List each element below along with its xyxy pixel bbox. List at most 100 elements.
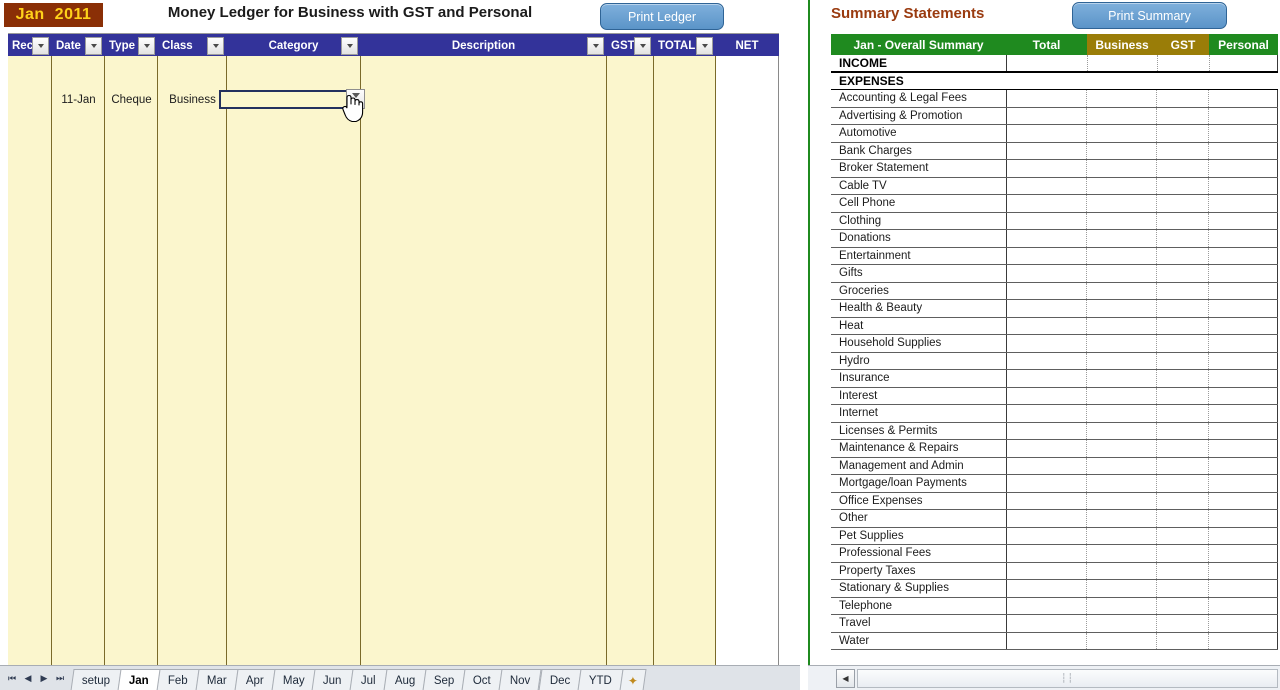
summary-value-total[interactable] — [1006, 527, 1087, 544]
summary-value-per[interactable] — [1209, 597, 1278, 614]
summary-value-bus[interactable] — [1087, 580, 1157, 597]
summary-value-gst[interactable] — [1157, 457, 1209, 474]
summary-value-total[interactable] — [1006, 387, 1087, 404]
summary-value-gst[interactable] — [1157, 562, 1209, 579]
summary-value-per[interactable] — [1209, 632, 1278, 649]
summary-value-per[interactable] — [1209, 300, 1278, 317]
summary-value-bus[interactable] — [1087, 615, 1157, 632]
summary-value-per[interactable] — [1209, 177, 1278, 194]
summary-value-gst[interactable] — [1157, 387, 1209, 404]
grid-column-category[interactable] — [227, 56, 361, 665]
summary-value-bus[interactable] — [1087, 195, 1157, 212]
summary-value-gst[interactable] — [1157, 527, 1209, 544]
summary-value-total[interactable] — [1006, 265, 1087, 282]
summary-value-gst[interactable] — [1157, 247, 1209, 264]
filter-dropdown-icon-date[interactable] — [85, 37, 102, 55]
print-summary-button[interactable]: Print Summary — [1072, 2, 1227, 29]
summary-value-gst[interactable] — [1157, 335, 1209, 352]
sheet-tab-jan[interactable]: Jan — [117, 669, 161, 690]
filter-dropdown-icon-category[interactable] — [341, 37, 358, 55]
summary-value-gst[interactable] — [1157, 370, 1209, 387]
summary-value-bus[interactable] — [1087, 55, 1157, 71]
summary-value-total[interactable] — [1006, 55, 1087, 71]
summary-value-total[interactable] — [1006, 142, 1087, 159]
summary-value-bus[interactable] — [1087, 107, 1157, 124]
grid-column-rec[interactable] — [8, 56, 52, 665]
summary-value-per[interactable] — [1209, 335, 1278, 352]
sheet-tab-setup[interactable]: setup — [70, 669, 122, 690]
new-sheet-icon[interactable]: ✦ — [619, 669, 647, 690]
summary-value-gst[interactable] — [1157, 440, 1209, 457]
summary-value-per[interactable] — [1209, 107, 1278, 124]
summary-value-per[interactable] — [1209, 195, 1278, 212]
summary-value-bus[interactable] — [1087, 335, 1157, 352]
summary-value-per[interactable] — [1209, 265, 1278, 282]
summary-value-per[interactable] — [1209, 212, 1278, 229]
print-ledger-button[interactable]: Print Ledger — [600, 3, 724, 30]
summary-value-gst[interactable] — [1157, 282, 1209, 299]
summary-value-bus[interactable] — [1087, 73, 1157, 90]
summary-value-gst[interactable] — [1157, 195, 1209, 212]
summary-value-per[interactable] — [1209, 422, 1278, 439]
summary-value-total[interactable] — [1006, 335, 1087, 352]
summary-value-gst[interactable] — [1157, 510, 1209, 527]
summary-value-total[interactable] — [1006, 300, 1087, 317]
summary-value-per[interactable] — [1209, 510, 1278, 527]
summary-value-gst[interactable] — [1157, 107, 1209, 124]
summary-value-per[interactable] — [1209, 492, 1278, 509]
summary-value-bus[interactable] — [1087, 352, 1157, 369]
scroll-left-icon[interactable]: ◀ — [836, 669, 855, 688]
entry-cell-type[interactable]: Cheque — [105, 91, 158, 108]
summary-value-gst[interactable] — [1157, 212, 1209, 229]
summary-value-per[interactable] — [1209, 125, 1278, 142]
entry-cell-class[interactable]: Business — [158, 91, 227, 108]
summary-value-gst[interactable] — [1157, 475, 1209, 492]
summary-value-per[interactable] — [1209, 317, 1278, 334]
summary-value-total[interactable] — [1006, 370, 1087, 387]
summary-value-total[interactable] — [1006, 73, 1087, 90]
summary-value-gst[interactable] — [1157, 125, 1209, 142]
summary-value-bus[interactable] — [1087, 405, 1157, 422]
summary-value-gst[interactable] — [1157, 230, 1209, 247]
summary-value-gst[interactable] — [1157, 300, 1209, 317]
summary-value-per[interactable] — [1209, 527, 1278, 544]
summary-value-per[interactable] — [1209, 55, 1278, 71]
summary-value-per[interactable] — [1209, 562, 1278, 579]
summary-value-gst[interactable] — [1157, 615, 1209, 632]
summary-value-gst[interactable] — [1157, 90, 1209, 107]
grid-column-date[interactable] — [52, 56, 105, 665]
summary-value-total[interactable] — [1006, 230, 1087, 247]
selected-cell-category[interactable] — [219, 90, 355, 109]
summary-value-total[interactable] — [1006, 352, 1087, 369]
sheet-tab-feb[interactable]: Feb — [156, 669, 200, 690]
scroll-track[interactable]: ┆┆ — [857, 669, 1278, 688]
first-sheet-icon[interactable]: ⏮ — [4, 669, 20, 689]
summary-value-bus[interactable] — [1087, 317, 1157, 334]
summary-value-bus[interactable] — [1087, 527, 1157, 544]
summary-value-per[interactable] — [1209, 405, 1278, 422]
last-sheet-icon[interactable]: ⏭ — [52, 669, 68, 689]
sheet-tab-dec[interactable]: Dec — [538, 669, 582, 690]
horizontal-scrollbar[interactable]: ◀ ┆┆ — [808, 665, 1280, 690]
summary-value-gst[interactable] — [1157, 422, 1209, 439]
filter-dropdown-icon-rec[interactable] — [32, 37, 49, 55]
summary-value-total[interactable] — [1006, 510, 1087, 527]
sheet-tab-sep[interactable]: Sep — [422, 669, 466, 690]
summary-value-per[interactable] — [1209, 457, 1278, 474]
sheet-tab-mar[interactable]: Mar — [195, 669, 239, 690]
summary-value-bus[interactable] — [1087, 265, 1157, 282]
summary-value-total[interactable] — [1006, 632, 1087, 649]
summary-value-gst[interactable] — [1157, 492, 1209, 509]
summary-value-total[interactable] — [1006, 212, 1087, 229]
summary-value-total[interactable] — [1006, 545, 1087, 562]
summary-value-total[interactable] — [1006, 422, 1087, 439]
summary-value-per[interactable] — [1209, 73, 1278, 90]
sheet-tab-oct[interactable]: Oct — [461, 669, 503, 690]
summary-value-gst[interactable] — [1157, 160, 1209, 177]
summary-value-bus[interactable] — [1087, 545, 1157, 562]
summary-value-bus[interactable] — [1087, 370, 1157, 387]
summary-value-per[interactable] — [1209, 230, 1278, 247]
summary-value-bus[interactable] — [1087, 475, 1157, 492]
summary-value-total[interactable] — [1006, 580, 1087, 597]
summary-value-total[interactable] — [1006, 615, 1087, 632]
